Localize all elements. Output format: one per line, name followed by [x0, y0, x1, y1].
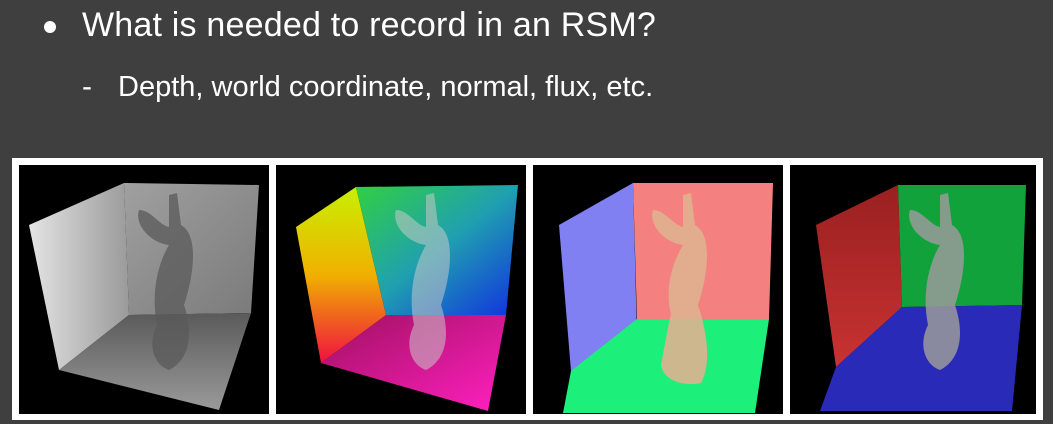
- depth-map-image: [19, 165, 269, 414]
- bullet-item: What is needed to record in an RSM?: [44, 6, 656, 45]
- image-strip: [12, 158, 1043, 420]
- world-coordinate-map-image: [276, 165, 526, 414]
- flux-map-image: [790, 165, 1036, 414]
- sub-bullet-item: - Depth, world coordinate, normal, flux,…: [82, 70, 653, 104]
- normal-map-image: [533, 165, 783, 414]
- bullet-text: What is needed to record in an RSM?: [82, 6, 656, 44]
- sub-bullet-text: Depth, world coordinate, normal, flux, e…: [118, 70, 654, 103]
- bullet-dot-icon: [44, 20, 56, 33]
- dash-icon: -: [82, 70, 92, 103]
